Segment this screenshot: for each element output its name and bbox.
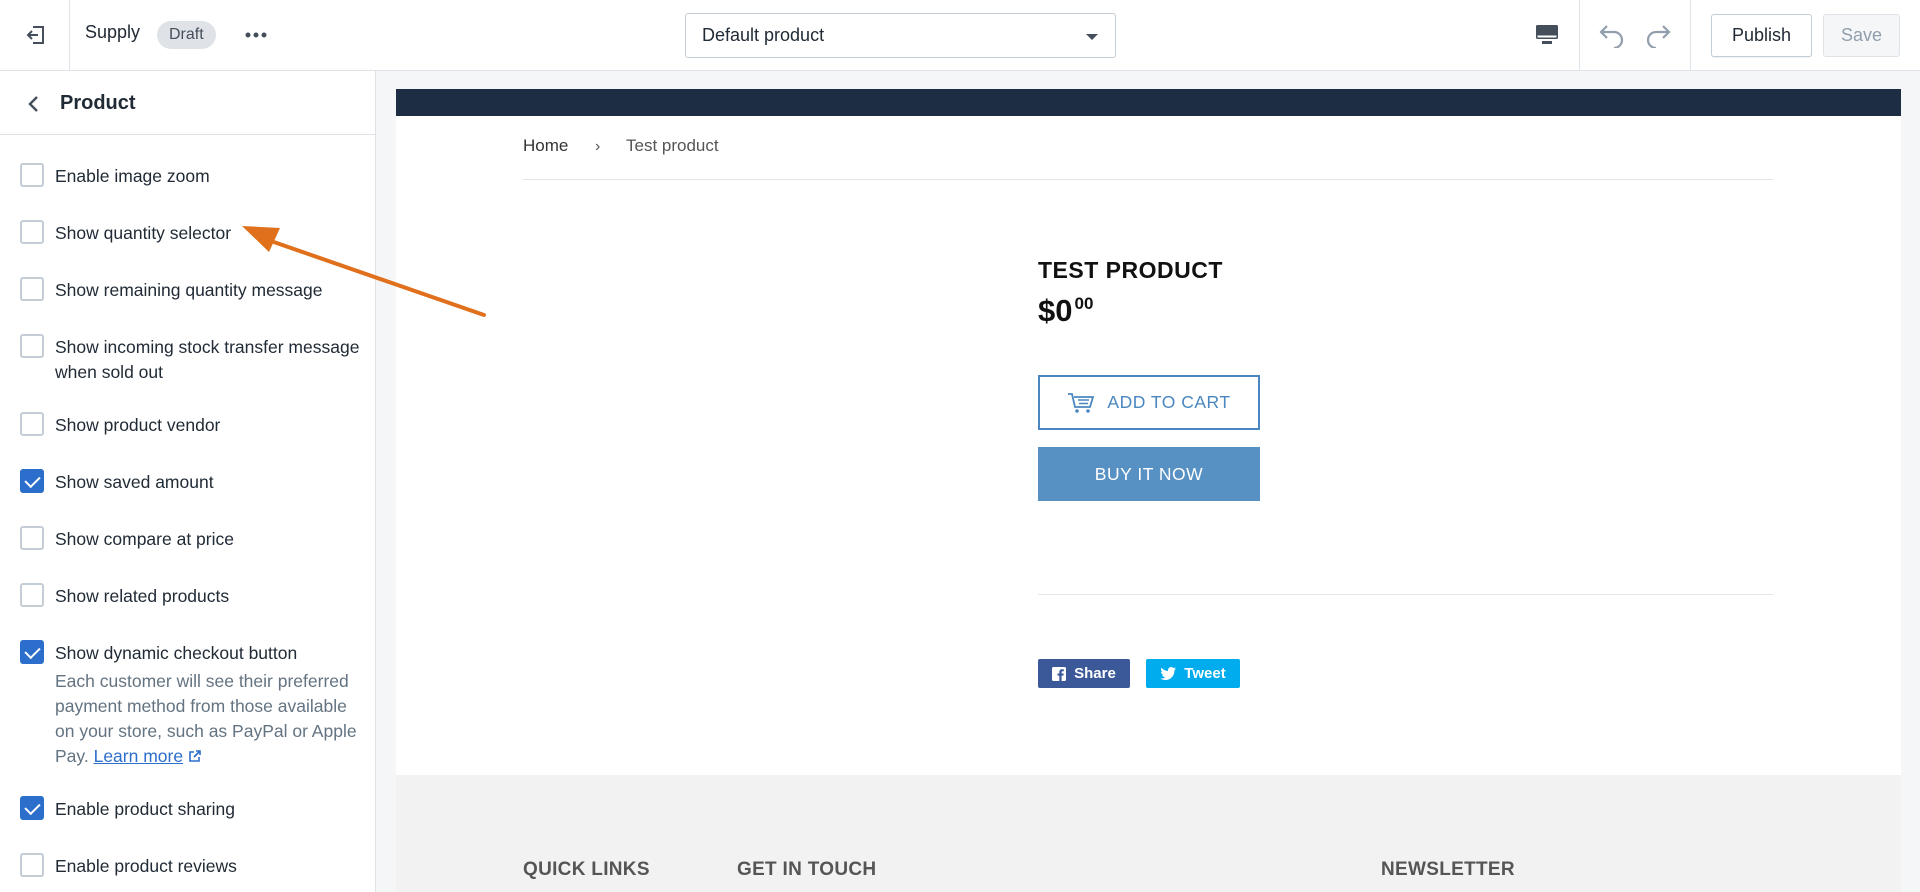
twitter-icon xyxy=(1160,667,1177,680)
option-label: Show compare at price xyxy=(55,529,234,549)
facebook-share-button[interactable]: Share xyxy=(1038,659,1130,688)
breadcrumb-divider xyxy=(523,179,1773,180)
toolbar-divider xyxy=(1690,0,1691,70)
option-label: Show remaining quantity message xyxy=(55,280,323,300)
announcement-bar xyxy=(396,89,1901,116)
sidebar-title: Product xyxy=(60,92,136,114)
product-title: TEST PRODUCT xyxy=(1038,257,1223,283)
option-label: Show saved amount xyxy=(55,472,214,492)
checkbox[interactable] xyxy=(20,163,44,187)
learn-more-label: Learn more xyxy=(93,746,184,766)
footer-heading-get-in-touch: GET IN TOUCH xyxy=(737,859,877,880)
save-button[interactable]: Save xyxy=(1823,14,1900,57)
breadcrumb-current: Test product xyxy=(626,136,719,155)
facebook-icon xyxy=(1052,666,1067,681)
status-badge: Draft xyxy=(157,21,216,49)
breadcrumb-home[interactable]: Home xyxy=(523,136,568,156)
option-label: Enable product reviews xyxy=(55,856,237,876)
tweet-label: Tweet xyxy=(1184,665,1226,682)
footer-heading-newsletter: NEWSLETTER xyxy=(1381,859,1515,880)
redo-icon xyxy=(1646,25,1671,48)
exit-icon xyxy=(26,26,44,44)
checkbox[interactable] xyxy=(20,220,44,244)
option-label: Enable product sharing xyxy=(55,799,235,819)
price-main: $0 xyxy=(1038,293,1073,328)
footer-heading-quick-links: QUICK LINKS xyxy=(523,859,650,880)
price-cents: 00 xyxy=(1074,294,1094,313)
back-button[interactable] xyxy=(18,89,48,119)
checkbox[interactable] xyxy=(20,334,44,358)
desktop-icon xyxy=(1536,25,1558,44)
toolbar-divider xyxy=(1579,0,1580,70)
sidebar-header: Product xyxy=(0,71,375,135)
redo-button[interactable] xyxy=(1638,16,1678,54)
editor-topbar: Supply Draft Default product Publish Sav… xyxy=(0,0,1920,71)
site-footer: QUICK LINKS GET IN TOUCH NEWSLETTER xyxy=(396,775,1901,892)
buy-it-now-button[interactable]: BUY IT NOW xyxy=(1038,447,1260,501)
exit-button[interactable] xyxy=(0,0,70,70)
option-label: Show related products xyxy=(55,586,230,606)
option-label: Enable image zoom xyxy=(55,166,210,186)
checkbox[interactable] xyxy=(20,583,44,607)
checkbox[interactable] xyxy=(20,412,44,436)
breadcrumb-separator: › xyxy=(595,138,601,155)
checkbox[interactable] xyxy=(20,277,44,301)
undo-button[interactable] xyxy=(1592,16,1632,54)
template-select[interactable]: Default product xyxy=(685,13,1116,58)
checkbox[interactable] xyxy=(20,526,44,550)
external-link-icon xyxy=(189,750,201,762)
learn-more-link[interactable]: Learn more xyxy=(94,746,184,766)
settings-sidebar: Product Enable image zoom Show quantity … xyxy=(0,71,376,892)
add-to-cart-label: ADD TO CART xyxy=(1107,392,1231,412)
undo-icon xyxy=(1599,25,1624,48)
theme-name: Supply xyxy=(85,22,141,42)
option-label: Show dynamic checkout button xyxy=(55,643,298,663)
chevron-left-icon xyxy=(28,96,38,112)
option-label: Show quantity selector xyxy=(55,223,232,243)
store-preview: Home › Test product TEST PRODUCT $0 00 AD… xyxy=(396,89,1901,892)
option-label: Show incoming stock transfer message whe… xyxy=(55,337,360,382)
cart-icon xyxy=(1068,392,1095,413)
device-preview-button[interactable] xyxy=(1520,14,1574,56)
option-label: Show product vendor xyxy=(55,415,221,435)
share-label: Share xyxy=(1074,665,1116,682)
chevron-down-icon xyxy=(1086,34,1098,40)
add-to-cart-button[interactable]: ADD TO CART xyxy=(1038,375,1260,430)
more-horizontal-icon xyxy=(245,32,267,38)
checkbox-checked[interactable] xyxy=(20,469,44,493)
more-actions-button[interactable] xyxy=(240,20,272,50)
checkbox[interactable] xyxy=(20,853,44,877)
checkbox-checked[interactable] xyxy=(20,640,44,664)
dynamic-checkout-help: Each customer will see their preferred p… xyxy=(55,669,360,769)
twitter-tweet-button[interactable]: Tweet xyxy=(1146,659,1240,688)
template-select-value: Default product xyxy=(702,25,825,45)
product-price: $0 00 xyxy=(1038,293,1093,329)
checkbox-checked[interactable] xyxy=(20,796,44,820)
product-divider xyxy=(1038,594,1773,595)
publish-button[interactable]: Publish xyxy=(1711,14,1812,57)
